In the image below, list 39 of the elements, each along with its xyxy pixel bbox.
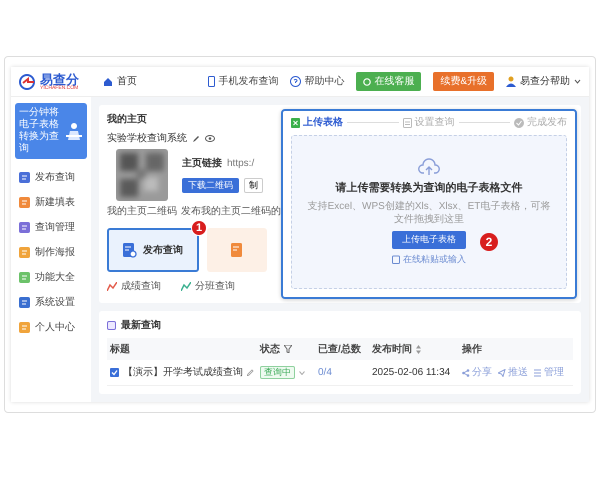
upload-hint: 支持Excel、WPS创建的Xls、Xlsx、ET电子表格，可将文件拖拽到这里 [306, 200, 552, 226]
column-header[interactable]: 操作 [459, 338, 573, 360]
sidebar-item[interactable]: 发布查询 [15, 165, 87, 190]
banner-text: 一分钟将电子表格转换为查询 [19, 107, 60, 155]
download-button[interactable]: 下载二维码 [182, 178, 239, 194]
upload-title: 请上传需要转换为查询的电子表格文件 [336, 181, 522, 196]
sidebar-item[interactable]: 功能大全 [15, 265, 87, 290]
step-number: 2 [480, 233, 498, 252]
promo-banner[interactable]: 一分钟将电子表格转换为查询 [15, 103, 87, 159]
breadcrumb-link[interactable]: 首页 [117, 75, 137, 88]
sidebar-item[interactable]: 个人中心 [15, 315, 87, 340]
column-header[interactable]: 状态 [257, 338, 315, 360]
table-cell: 2025-02-06 11:34 [372, 366, 450, 379]
qr-caption: 我的主页二维码 [107, 205, 177, 218]
site-name: 实验学校查询系统 [107, 132, 187, 145]
step-number: 1 [191, 220, 207, 236]
step-tab[interactable]: 上传表格 [291, 116, 343, 129]
query-title[interactable]: 【演示】开学考试成绩查询 [123, 366, 243, 379]
column-header[interactable]: 已查/总数 [315, 338, 369, 360]
link-url: https:/ [227, 156, 254, 170]
user-menu[interactable]: 易查分帮助 [520, 75, 570, 88]
logo-text: 易查分 [40, 72, 79, 86]
sidebar-item[interactable]: 系统设置 [15, 290, 87, 315]
sidebar-item[interactable]: 查询管理 [15, 215, 87, 240]
quick-link[interactable]: 分班查询 [181, 280, 235, 293]
header-link[interactable]: 帮助中心 [290, 75, 344, 88]
column-header[interactable]: 发布时间 [369, 338, 459, 360]
sidebar-item[interactable]: 制作海报 [15, 240, 87, 265]
upload-button[interactable]: 上传电子表格 [392, 231, 466, 250]
drop-zone[interactable]: 请上传需要转换为查询的电子表格文件 支持Excel、WPS创建的Xls、Xlsx、ET电子表格，可将文件拖拽到这里 上传电子表格 2 在线粘贴或输入 [291, 135, 567, 289]
section-title: 我的主页 [107, 113, 148, 126]
make-button[interactable]: 制 [244, 178, 263, 194]
header-link[interactable]: 手机发布查询 [208, 75, 278, 88]
column-header[interactable]: 标题 [107, 338, 257, 360]
section-title: 最新查询 [121, 319, 161, 332]
link-label: 主页链接 [182, 156, 222, 170]
sidebar-item[interactable]: 新建填表 [15, 190, 87, 215]
publish-caption: 发布我的主页二维码的 [181, 205, 281, 218]
quick-link[interactable]: 成绩查询 [107, 280, 161, 293]
